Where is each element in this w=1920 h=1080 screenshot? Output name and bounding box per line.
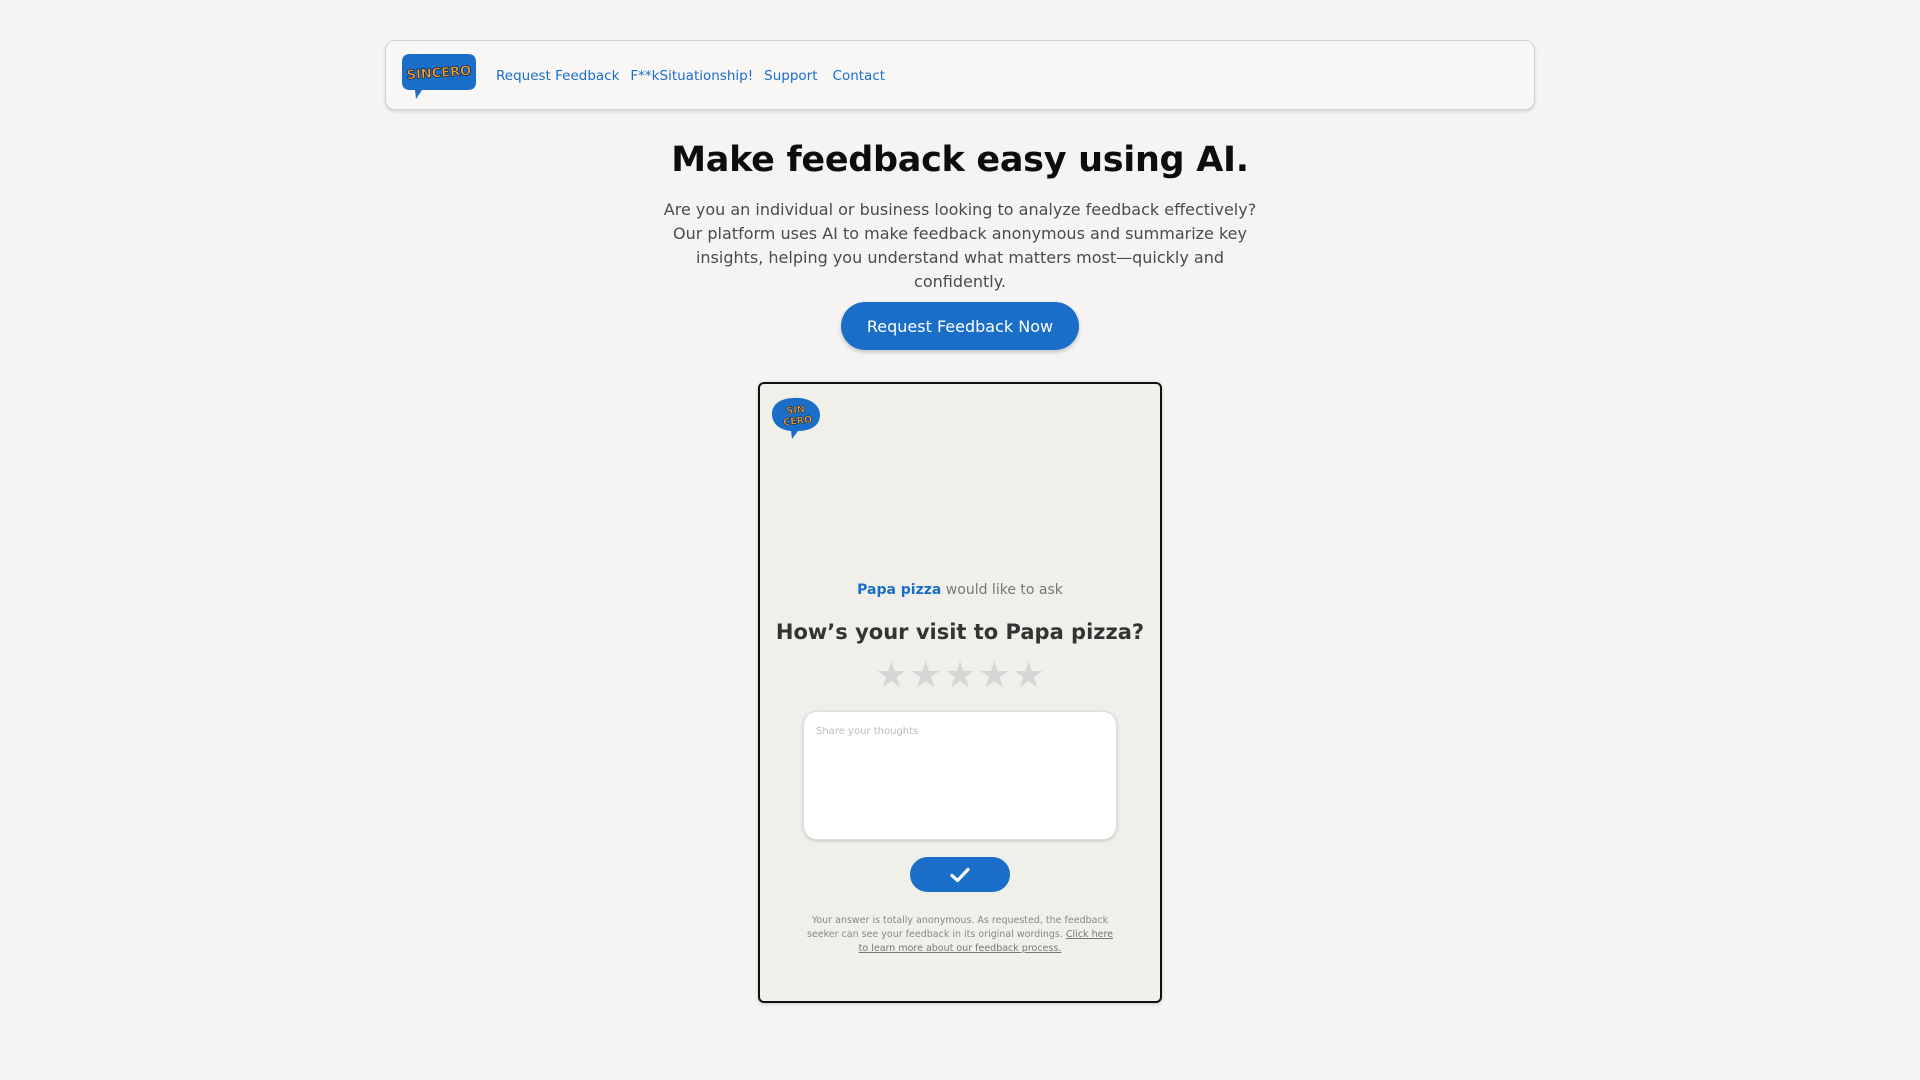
nav-links: Request Feedback F**kSituationship! Supp… <box>496 41 896 111</box>
nav-link-support[interactable]: Support <box>764 68 817 84</box>
star-rating: ★ ★ ★ ★ ★ <box>760 656 1160 696</box>
disclaimer-text: Your answer is totally anonymous. As req… <box>806 915 1109 940</box>
sincero-logo[interactable]: SINCERO <box>400 52 478 100</box>
star-icon-4[interactable]: ★ <box>978 656 1010 696</box>
nav-link-request-feedback[interactable]: Request Feedback <box>496 68 619 84</box>
asker-suffix: would like to ask <box>941 582 1063 598</box>
asker-line: Papa pizza would like to ask <box>760 582 1160 598</box>
sincero-mini-logo: SIN CERO <box>772 397 820 439</box>
star-icon-5[interactable]: ★ <box>1012 656 1044 696</box>
nav-link-contact[interactable]: Contact <box>833 68 886 84</box>
checkmark-icon <box>950 867 970 882</box>
hero-subtitle: Are you an individual or business lookin… <box>663 200 1257 291</box>
feedback-preview-card: SIN CERO Papa pizza would like to ask Ho… <box>758 382 1162 1003</box>
top-navbar: SINCERO Request Feedback F**kSituationsh… <box>385 40 1535 110</box>
star-icon-1[interactable]: ★ <box>875 656 907 696</box>
star-icon-3[interactable]: ★ <box>944 656 976 696</box>
star-icon-2[interactable]: ★ <box>910 656 942 696</box>
submit-feedback-button[interactable] <box>910 857 1010 892</box>
feedback-question: How’s your visit to Papa pizza? <box>775 620 1145 644</box>
hero-title: Make feedback easy using AI. <box>671 140 1249 180</box>
anonymity-disclaimer: Your answer is totally anonymous. As req… <box>806 914 1114 956</box>
feedback-textarea[interactable] <box>803 711 1117 840</box>
nav-link-fksituationship[interactable]: F**kSituationship! <box>630 68 753 84</box>
company-name: Papa pizza <box>857 582 942 598</box>
request-feedback-now-button[interactable]: Request Feedback Now <box>841 302 1079 350</box>
